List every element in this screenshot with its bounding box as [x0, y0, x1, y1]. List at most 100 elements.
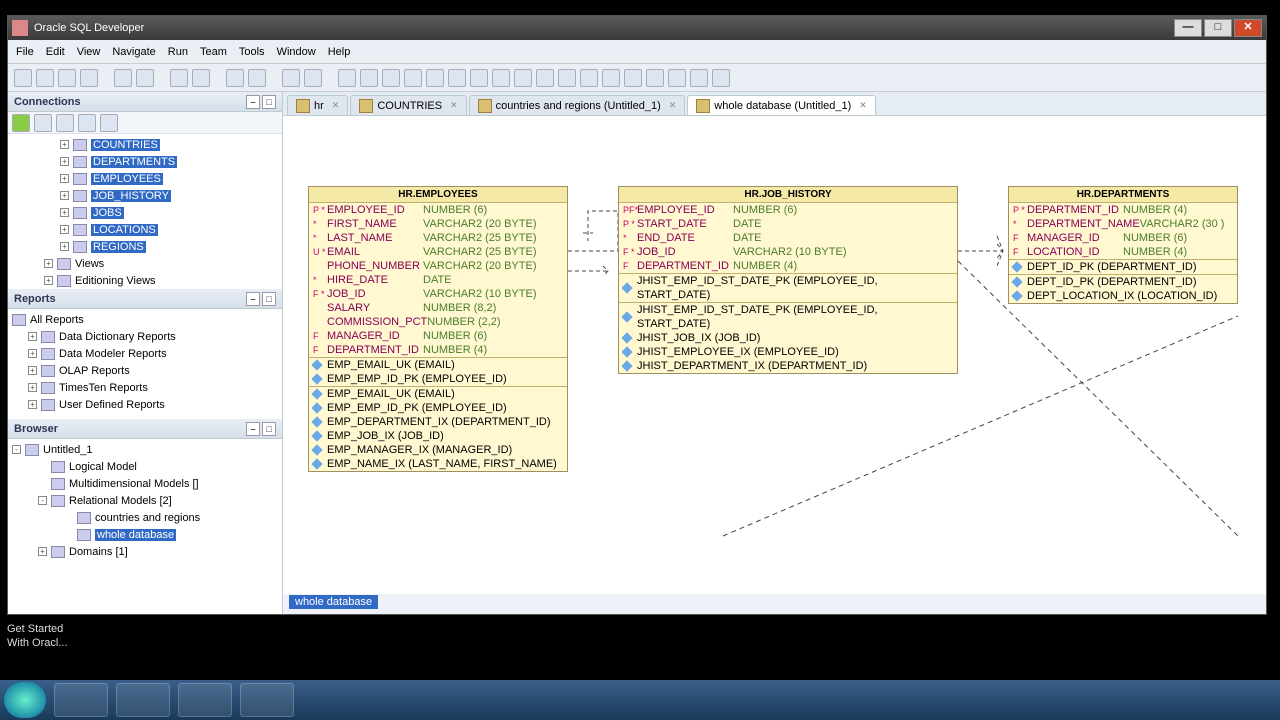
toolbar-button[interactable]: [690, 69, 708, 87]
entity-table[interactable]: HR.JOB_HISTORYPF*EMPLOYEE_IDNUMBER (6)P …: [618, 186, 958, 374]
toolbar-button[interactable]: [58, 69, 76, 87]
expand-icon[interactable]: +: [60, 157, 69, 166]
tree-item[interactable]: Editioning Views: [75, 275, 156, 287]
reports-tree[interactable]: All Reports + Data Dictionary Reports + Data…: [8, 309, 282, 419]
tree-item[interactable]: Relational Models [2]: [69, 495, 172, 507]
tree-item[interactable]: countries and regions: [95, 512, 200, 524]
tree-item[interactable]: OLAP Reports: [59, 365, 130, 377]
menu-tools[interactable]: Tools: [239, 46, 265, 58]
toolbar-button[interactable]: [382, 69, 400, 87]
tree-table-job_history[interactable]: JOB_HISTORY: [91, 190, 171, 202]
panel-max-icon[interactable]: □: [262, 95, 276, 109]
close-button[interactable]: ✕: [1234, 19, 1262, 37]
panel-min-icon[interactable]: –: [246, 292, 260, 306]
tree-item[interactable]: Domains [1]: [69, 546, 128, 558]
panel-max-icon[interactable]: □: [262, 422, 276, 436]
toolbar-button[interactable]: [136, 69, 154, 87]
expand-icon[interactable]: +: [28, 332, 37, 341]
tree-table-employees[interactable]: EMPLOYEES: [91, 173, 163, 185]
toolbar-button[interactable]: [646, 69, 664, 87]
toolbar-button[interactable]: [170, 69, 188, 87]
menu-view[interactable]: View: [77, 46, 101, 58]
toolbar-button[interactable]: [426, 69, 444, 87]
minimize-button[interactable]: —: [1174, 19, 1202, 37]
expand-icon[interactable]: +: [28, 383, 37, 392]
start-button[interactable]: [4, 682, 46, 718]
tree-item[interactable]: Multidimensional Models []: [69, 478, 199, 490]
close-tab-icon[interactable]: ✕: [332, 100, 340, 111]
toolbar-button[interactable]: [580, 69, 598, 87]
expand-icon[interactable]: +: [60, 174, 69, 183]
toolbar-button[interactable]: [712, 69, 730, 87]
filter-button[interactable]: [78, 114, 96, 132]
toolbar-button[interactable]: [558, 69, 576, 87]
browser-tree[interactable]: -Untitled_1Logical ModelMultidimensional…: [8, 439, 282, 614]
taskbar-media[interactable]: [178, 683, 232, 717]
taskbar-explorer[interactable]: [116, 683, 170, 717]
diagram-canvas[interactable]: HR.EMPLOYEESP *EMPLOYEE_IDNUMBER (6)*FIR…: [283, 116, 1266, 594]
expand-icon[interactable]: +: [60, 140, 69, 149]
tree-item[interactable]: Logical Model: [69, 461, 137, 473]
toolbar-button[interactable]: [36, 69, 54, 87]
tab[interactable]: whole database (Untitled_1)✕: [687, 95, 876, 115]
toolbar-button[interactable]: [470, 69, 488, 87]
expand-icon[interactable]: -: [12, 445, 21, 454]
toolbar-button[interactable]: [114, 69, 132, 87]
menu-navigate[interactable]: Navigate: [112, 46, 155, 58]
expand-icon[interactable]: +: [60, 191, 69, 200]
tab[interactable]: countries and regions (Untitled_1)✕: [469, 95, 686, 115]
connections-tree[interactable]: + COUNTRIES + DEPARTMENTS + EMPLOYEES + JOB_HIS…: [8, 134, 282, 289]
tab[interactable]: hr✕: [287, 95, 348, 115]
toolbar-button[interactable]: [56, 114, 74, 132]
menu-help[interactable]: Help: [328, 46, 351, 58]
toolbar-button[interactable]: [404, 69, 422, 87]
expand-icon[interactable]: +: [44, 259, 53, 268]
toolbar-button[interactable]: [624, 69, 642, 87]
menu-window[interactable]: Window: [277, 46, 316, 58]
close-tab-icon[interactable]: ✕: [859, 100, 867, 111]
menu-team[interactable]: Team: [200, 46, 227, 58]
tree-table-locations[interactable]: LOCATIONS: [91, 224, 158, 236]
toolbar-button[interactable]: [304, 69, 322, 87]
toolbar-button[interactable]: [14, 69, 32, 87]
reports-panel-header[interactable]: Reports – □: [8, 289, 282, 309]
tree-item[interactable]: Data Dictionary Reports: [59, 331, 176, 343]
expand-icon[interactable]: -: [38, 496, 47, 505]
expand-icon[interactable]: +: [60, 225, 69, 234]
panel-min-icon[interactable]: –: [246, 422, 260, 436]
toolbar-button[interactable]: [492, 69, 510, 87]
entity-table[interactable]: HR.DEPARTMENTSP *DEPARTMENT_IDNUMBER (4)…: [1008, 186, 1238, 304]
tree-item[interactable]: Views: [75, 258, 104, 270]
tree-item[interactable]: Data Modeler Reports: [59, 348, 167, 360]
entity-table[interactable]: HR.EMPLOYEESP *EMPLOYEE_IDNUMBER (6)*FIR…: [308, 186, 568, 472]
taskbar-chrome[interactable]: [54, 683, 108, 717]
toolbar-button[interactable]: [602, 69, 620, 87]
browser-panel-header[interactable]: Browser – □: [8, 419, 282, 439]
expand-icon[interactable]: +: [38, 547, 47, 556]
maximize-button[interactable]: □: [1204, 19, 1232, 37]
tree-table-departments[interactable]: DEPARTMENTS: [91, 156, 177, 168]
expand-icon[interactable]: +: [44, 276, 53, 285]
tree-item[interactable]: User Defined Reports: [59, 399, 165, 411]
toolbar-button[interactable]: [34, 114, 52, 132]
expand-icon[interactable]: +: [28, 400, 37, 409]
menu-file[interactable]: File: [16, 46, 34, 58]
tree-item[interactable]: TimesTen Reports: [59, 382, 148, 394]
tree-item[interactable]: All Reports: [30, 314, 84, 326]
toolbar-button[interactable]: [360, 69, 378, 87]
toolbar-button[interactable]: [80, 69, 98, 87]
tree-table-countries[interactable]: COUNTRIES: [91, 139, 160, 151]
tree-item[interactable]: whole database: [95, 529, 176, 541]
toolbar-button[interactable]: [448, 69, 466, 87]
toolbar-button[interactable]: [100, 114, 118, 132]
expand-icon[interactable]: +: [60, 208, 69, 217]
taskbar-sqldeveloper[interactable]: [240, 683, 294, 717]
diagram-bottom-tab[interactable]: whole database: [283, 594, 1266, 614]
menu-run[interactable]: Run: [168, 46, 188, 58]
expand-icon[interactable]: +: [28, 349, 37, 358]
panel-min-icon[interactable]: –: [246, 95, 260, 109]
toolbar-button[interactable]: [514, 69, 532, 87]
toolbar-button[interactable]: [282, 69, 300, 87]
windows-taskbar[interactable]: [0, 680, 1280, 720]
close-tab-icon[interactable]: ✕: [450, 100, 458, 111]
